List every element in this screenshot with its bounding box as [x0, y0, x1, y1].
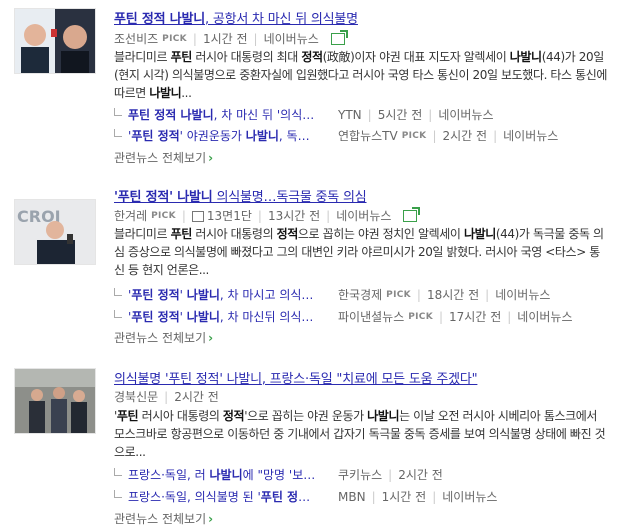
chevron-right-icon: › [208, 151, 214, 165]
chevron-right-icon: › [208, 331, 214, 345]
news-title-link[interactable]: '푸틴 정적' 나발니 의식불명…독극물 중독 의심 [114, 186, 367, 205]
press-name[interactable]: 쿠키뉴스 [338, 466, 382, 483]
news-description: 블라디미르 푸틴 러시아 대통령의 정적으로 꼽히는 야권 정치인 알렉세이 나… [114, 227, 604, 277]
naver-news-link[interactable]: 네이버뉴스 [438, 106, 493, 123]
news-thumbnail[interactable] [14, 8, 96, 74]
related-news-all-link[interactable]: 관련뉴스 전체보기 › [114, 329, 213, 346]
related-news-item: '푸틴 정적' 나발니, 차 마신뒤 의식… 파이낸셜뉴스 PICK | 17시… [114, 308, 573, 325]
related-news-link[interactable]: '푸틴 정적' 나발니, 차 마시고 의식… [128, 286, 338, 303]
news-meta: 조선비즈 PICK | 1시간 전 | 네이버뉴스 [114, 29, 348, 47]
related-news-item: '푸틴 정적' 나발니, 차 마시고 의식… 한국경제 PICK | 18시간 … [114, 286, 550, 303]
pick-badge: PICK [162, 33, 187, 44]
share-icon[interactable] [330, 29, 348, 45]
news-meta: 한겨레 PICK | 13면1단 | 13시간 전 | 네이버뉴스 [114, 206, 421, 224]
news-time: 2시간 전 [174, 390, 219, 404]
news-title-link[interactable]: 푸틴 정적 나발니, 공항서 차 마신 뒤 의식불명 [114, 8, 358, 27]
news-meta: 경북신문 | 2시간 전 [114, 388, 219, 405]
naver-news-link[interactable]: 네이버뉴스 [264, 30, 319, 47]
paper-page: 13면1단 [206, 209, 252, 223]
pick-badge: PICK [386, 289, 411, 300]
news-time: 1시간 전 [202, 32, 248, 46]
news-thumbnail[interactable]: CROI [14, 199, 96, 265]
related-news-link[interactable]: 푸틴 정적 나발니, 차 마신 뒤 '의식… [128, 106, 338, 123]
related-news-link[interactable]: '푸틴 정적' 야권운동가 나발니, 독… [128, 127, 338, 144]
related-news-item: 푸틴 정적 나발니, 차 마신 뒤 '의식… YTN | 5시간 전 | 네이버… [114, 106, 494, 123]
pick-badge: PICK [151, 210, 176, 221]
related-news-item: '푸틴 정적' 야권운동가 나발니, 독… 연합뉴스TV PICK | 2시간 … [114, 127, 558, 144]
related-news-all-link[interactable]: 관련뉴스 전체보기 › [114, 510, 213, 527]
news-description: 블라디미르 푸틴 러시아 대통령의 최대 정적(政敵)이자 야권 대표 지도자 … [114, 50, 608, 100]
press-name[interactable]: 파이낸셜뉴스 [338, 308, 404, 325]
press-name[interactable]: MBN [338, 490, 366, 504]
newspaper-icon [191, 211, 204, 222]
chevron-right-icon: › [208, 512, 214, 526]
related-news-link[interactable]: 프랑스·독일, 의식불명 된 '푸틴 정… [128, 488, 338, 505]
news-description: '푸틴 러시아 대통령의 정적'으로 꼽히는 야권 운동가 나발니는 이날 오전… [114, 409, 606, 459]
press-name[interactable]: 조선비즈 [114, 30, 158, 47]
naver-news-link[interactable]: 네이버뉴스 [495, 286, 550, 303]
naver-news-link[interactable]: 네이버뉴스 [503, 127, 558, 144]
news-thumbnail[interactable] [14, 368, 96, 434]
related-news-link[interactable]: '푸틴 정적' 나발니, 차 마신뒤 의식… [128, 308, 338, 325]
press-name[interactable]: 경북신문 [114, 388, 158, 405]
press-name[interactable]: 한국경제 [338, 286, 382, 303]
related-news-item: 프랑스·독일, 러 나발니에 "망명 '보… 쿠키뉴스 | 2시간 전 [114, 466, 443, 483]
share-icon[interactable] [403, 206, 421, 222]
related-news-all-link[interactable]: 관련뉴스 전체보기 › [114, 149, 213, 166]
press-name[interactable]: YTN [338, 108, 362, 122]
pick-badge: PICK [401, 130, 427, 141]
press-name[interactable]: 연합뉴스TV [338, 127, 398, 144]
press-name[interactable]: 한겨레 [114, 207, 147, 224]
pick-badge: PICK [408, 311, 433, 322]
naver-news-link[interactable]: 네이버뉴스 [517, 308, 572, 325]
naver-news-link[interactable]: 네이버뉴스 [336, 207, 391, 224]
related-news-item: 프랑스·독일, 의식불명 된 '푸틴 정… MBN | 1시간 전 | 네이버뉴… [114, 488, 497, 505]
related-news-link[interactable]: 프랑스·독일, 러 나발니에 "망명 '보… [128, 466, 338, 483]
naver-news-link[interactable]: 네이버뉴스 [442, 488, 497, 505]
news-time: 13시간 전 [267, 209, 321, 223]
news-title-link[interactable]: 의식불명 '푸틴 정적' 나발니, 프랑스·독일 "치료에 모든 도움 주겠다" [114, 368, 478, 387]
